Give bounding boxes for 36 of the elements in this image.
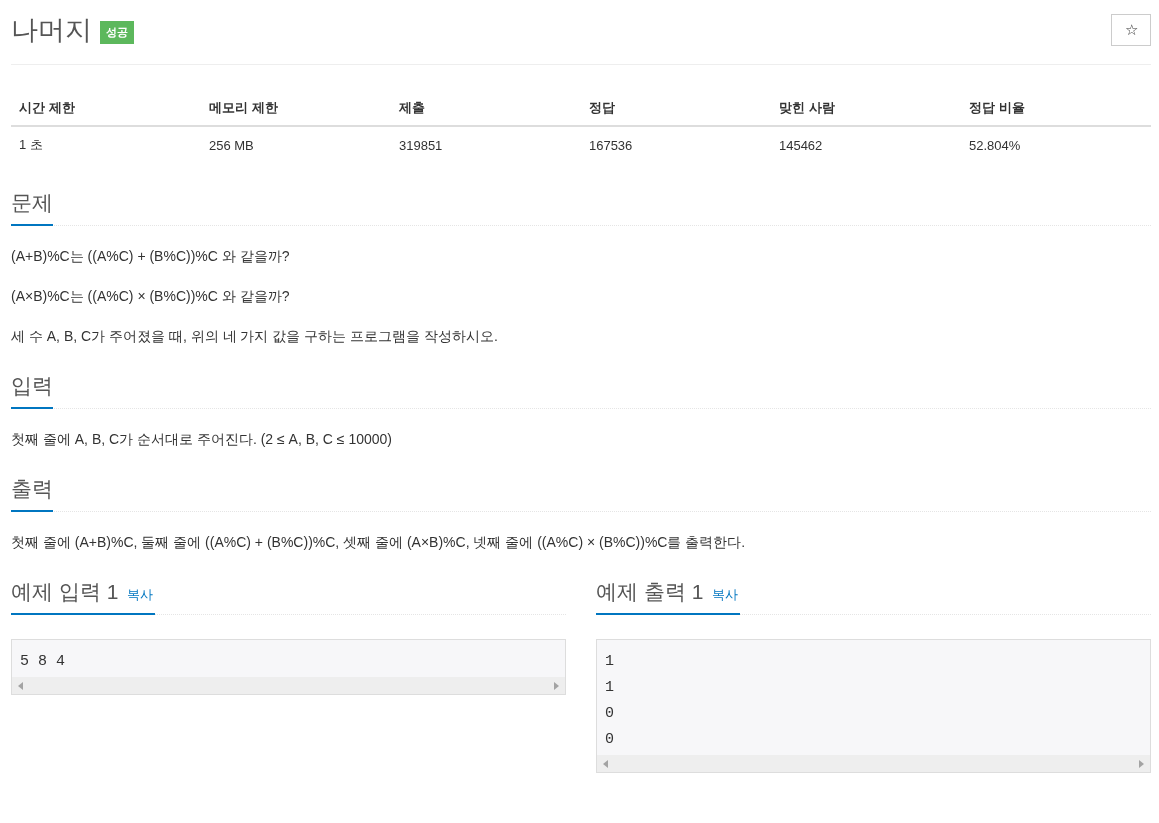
scroll-right-icon[interactable]: [1139, 759, 1144, 768]
table-cell: 167536: [580, 126, 771, 163]
sample-heading: 예제 입력 1: [11, 579, 119, 605]
scroll-right-icon[interactable]: [554, 681, 559, 690]
table-cell: 256 MB: [201, 126, 391, 163]
section-heading: 입력: [11, 372, 53, 409]
copy-link[interactable]: 복사: [712, 586, 739, 604]
section-heading: 문제: [11, 189, 53, 226]
problem-title: 나머지: [11, 14, 92, 47]
copy-link[interactable]: 복사: [127, 586, 154, 604]
section-heading: 출력: [11, 475, 53, 512]
code-line: 1: [605, 652, 614, 672]
sample-heading: 예제 출력 1: [596, 579, 704, 605]
paragraph: 세 수 A, B, C가 주어졌을 때, 위의 네 가지 값을 구하는 프로그램을 작성하시오.: [11, 327, 499, 346]
column-header: 정답 비율: [960, 91, 1151, 126]
table-cell: 319851: [390, 126, 581, 163]
code-line: 0: [605, 730, 614, 750]
column-header: 정답: [580, 91, 771, 126]
table-cell: 145462: [770, 126, 961, 163]
paragraph: (A×B)%C는 ((A%C) × (B%C))%C 와 같을까?: [11, 287, 291, 306]
column-header: 맞힌 사람: [770, 91, 961, 126]
scroll-left-icon[interactable]: [18, 681, 23, 690]
paragraph: 첫째 줄에 A, B, C가 순서대로 주어진다. (2 ≤ A, B, C ≤ 10000): [11, 430, 393, 449]
star-button[interactable]: ☆: [1111, 14, 1151, 46]
code-line: 1: [605, 678, 614, 698]
table-cell: 1 초: [11, 126, 201, 163]
paragraph: (A+B)%C는 ((A%C) + (B%C))%C 와 같을까?: [11, 247, 291, 266]
column-header: 메모리 제한: [201, 91, 391, 126]
code-line: 5 8 4: [20, 652, 65, 672]
table-cell: 52.804%: [960, 126, 1151, 163]
scroll-left-icon[interactable]: [603, 759, 608, 768]
status-badge: 성공: [100, 20, 134, 44]
column-header: 시간 제한: [11, 91, 201, 126]
paragraph: 첫째 줄에 (A+B)%C, 둘째 줄에 ((A%C) + (B%C))%C, 셋째 줄에 (A×B)%C, 넷째 줄에 ((A%C) × (B%C))%C를 출력한다.: [11, 533, 747, 552]
code-line: 0: [605, 704, 614, 724]
column-header: 제출: [390, 91, 581, 126]
